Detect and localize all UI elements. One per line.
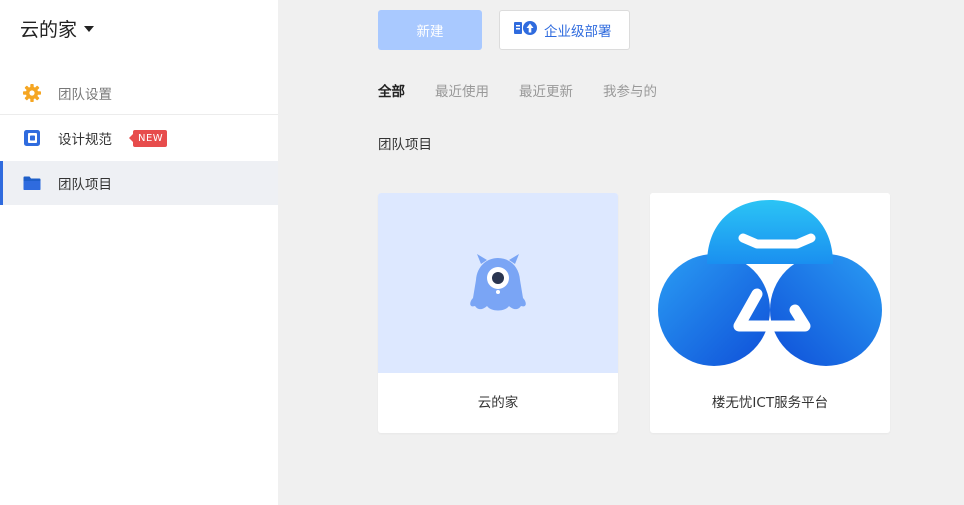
enterprise-deploy-label: 企业级部署 <box>544 24 612 40</box>
project-card[interactable]: 楼无忧ICT服务平台 <box>650 193 890 433</box>
section-title: 团队项目 <box>378 137 432 153</box>
sidebar-item-team-projects[interactable]: 团队项目 <box>0 161 278 205</box>
sidebar-item-label: 设计规范 <box>58 132 112 148</box>
tab-recently-updated[interactable]: 最近更新 <box>519 80 573 100</box>
project-thumbnail <box>378 193 618 373</box>
tab-all[interactable]: 全部 <box>378 80 405 100</box>
divider <box>0 114 278 115</box>
gear-icon <box>22 83 42 103</box>
sidebar-item-label: 团队设置 <box>58 87 112 103</box>
mascot-icon <box>470 254 526 311</box>
enterprise-deploy-button[interactable]: 企业级部署 <box>499 10 630 50</box>
filter-tabs: 全部 最近使用 最近更新 我参与的 <box>378 80 687 100</box>
sidebar-item-design-spec[interactable]: 设计规范 NEW <box>0 116 278 160</box>
design-spec-icon <box>22 128 42 148</box>
project-name: 楼无忧ICT服务平台 <box>711 395 829 411</box>
team-switcher[interactable]: 云的家 <box>20 14 95 42</box>
project-name: 云的家 <box>477 395 519 411</box>
team-name: 云的家 <box>20 18 78 41</box>
sidebar: 云的家 团队设置 设计规范 NEW 团队项目 <box>0 0 278 505</box>
project-thumbnail <box>650 193 890 373</box>
folder-icon <box>22 173 42 193</box>
new-button[interactable]: 新建 <box>378 10 482 50</box>
tab-participated[interactable]: 我参与的 <box>603 80 657 100</box>
project-card[interactable]: 云的家 <box>378 193 618 433</box>
cloud-logo-icon <box>658 200 882 366</box>
enterprise-deploy-icon <box>514 20 538 40</box>
tab-recently-used[interactable]: 最近使用 <box>435 80 489 100</box>
caret-down-icon <box>84 25 95 32</box>
new-badge: NEW <box>128 130 168 147</box>
sidebar-item-label: 团队项目 <box>58 177 112 193</box>
sidebar-item-team-settings[interactable]: 团队设置 <box>0 71 278 115</box>
